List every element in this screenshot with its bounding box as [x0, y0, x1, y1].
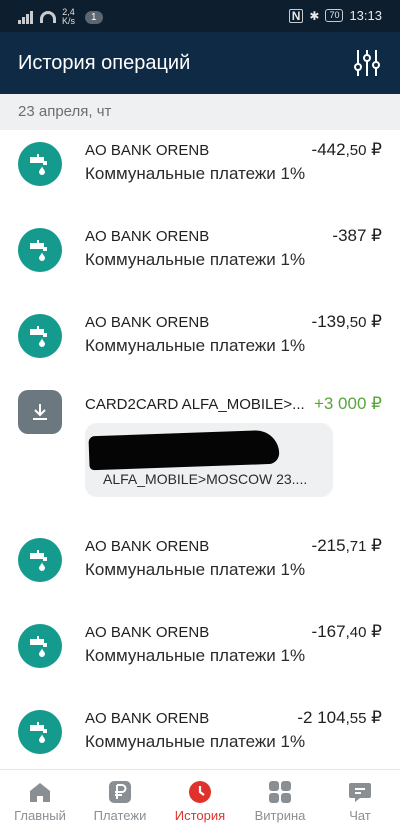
transaction-amount: -167,40 ₽ — [312, 622, 382, 642]
nav-label-home: Главный — [14, 808, 66, 823]
nav-item-home[interactable]: Главный — [0, 770, 80, 831]
download-icon — [18, 390, 62, 434]
transaction-category: Коммунальные платежи 1% — [85, 250, 306, 269]
transaction-item[interactable]: CARD2CARD ALFA_MOBILE>... +3 000 ₽ ALFA_… — [0, 388, 400, 526]
water-tap-icon — [18, 314, 62, 358]
transaction-item[interactable]: AO BANK ORENB Коммунальные платежи 1% -2… — [0, 698, 400, 774]
transaction-amount: +3 000 ₽ — [314, 394, 382, 414]
transaction-name: AO BANK ORENB — [85, 228, 210, 245]
grid-icon — [269, 781, 291, 803]
status-bar: 2,4 K/s 1 N ✱ 70 13:13 — [0, 0, 400, 32]
app-header: История операций — [0, 32, 400, 94]
amount-main: -387 — [332, 226, 367, 245]
nav-label-payments: Платежи — [93, 808, 147, 823]
transaction-item[interactable]: AO BANK ORENB Коммунальные платежи 1% -4… — [0, 130, 400, 216]
wifi-icon — [40, 11, 56, 23]
amount-cents: ,50 — [345, 142, 367, 159]
transaction-name: AO BANK ORENB — [85, 538, 210, 555]
amount-main: -2 104 — [297, 708, 346, 727]
currency-symbol: ₽ — [371, 312, 382, 331]
status-right: N ✱ 70 13:13 — [288, 8, 382, 23]
clock-icon — [189, 781, 211, 803]
sliders-icon — [354, 50, 380, 76]
transaction-name: AO BANK ORENB — [85, 710, 210, 727]
water-tap-icon — [18, 710, 62, 754]
nav-label-history: История — [174, 808, 226, 823]
status-left: 2,4 K/s 1 — [18, 8, 103, 26]
water-tap-icon — [18, 142, 62, 186]
signal-icon — [18, 10, 34, 24]
battery-icon: 70 — [325, 9, 344, 22]
amount-main: -139 — [311, 312, 346, 331]
currency-symbol: ₽ — [371, 140, 382, 159]
nav-item-history[interactable]: История — [160, 770, 240, 831]
home-icon — [30, 783, 50, 802]
transaction-item[interactable]: AO BANK ORENB Коммунальные платежи 1% -3… — [0, 216, 400, 302]
water-tap-icon — [18, 228, 62, 272]
network-speed: 2,4 K/s — [62, 8, 75, 26]
clock-time: 13:13 — [349, 8, 382, 23]
currency-symbol: ₽ — [371, 394, 382, 413]
transaction-category: Коммунальные платежи 1% — [85, 732, 306, 751]
network-speed-unit: K/s — [62, 16, 76, 26]
redaction-mark — [88, 429, 280, 471]
transaction-category: Коммунальные платежи 1% — [85, 646, 306, 665]
transaction-amount: -215,71 ₽ — [312, 536, 382, 556]
amount-cents: ,40 — [345, 624, 367, 641]
amount-main: -442 — [311, 140, 346, 159]
currency-symbol: ₽ — [371, 536, 382, 555]
amount-main: -167 — [311, 622, 346, 641]
amount-cents: ,50 — [345, 314, 367, 331]
transaction-category: Коммунальные платежи 1% — [85, 164, 306, 183]
bottom-navigation: Главный Платежи История Витрина Чат — [0, 769, 400, 831]
currency-symbol: ₽ — [371, 708, 382, 727]
nav-label-chat: Чат — [349, 808, 371, 823]
currency-symbol: ₽ — [371, 622, 382, 641]
notification-count-badge: 1 — [85, 10, 103, 24]
transaction-amount: -2 104,55 ₽ — [297, 708, 382, 728]
page-title: История операций — [18, 52, 191, 74]
transaction-category: Коммунальные платежи 1% — [85, 336, 306, 355]
water-tap-icon — [18, 538, 62, 582]
nfc-icon: N — [288, 8, 304, 23]
transaction-amount: -387 ₽ — [332, 226, 382, 246]
transaction-item[interactable]: AO BANK ORENB Коммунальные платежи 1% -1… — [0, 612, 400, 698]
water-tap-icon — [18, 624, 62, 668]
nav-item-chat[interactable]: Чат — [320, 770, 400, 831]
transaction-name: AO BANK ORENB — [85, 142, 210, 159]
bluetooth-icon: ✱ — [309, 8, 320, 23]
nav-label-showcase: Витрина — [254, 808, 306, 823]
transaction-name: AO BANK ORENB — [85, 624, 210, 641]
amount-main: +3 000 — [313, 394, 367, 413]
transaction-amount: -442,50 ₽ — [312, 140, 382, 160]
transaction-amount: -139,50 ₽ — [312, 312, 382, 332]
nav-item-payments[interactable]: Платежи — [80, 770, 160, 831]
nav-item-showcase[interactable]: Витрина — [240, 770, 320, 831]
currency-symbol: ₽ — [371, 226, 382, 245]
amount-cents: ,55 — [345, 710, 367, 727]
transaction-item[interactable]: AO BANK ORENB Коммунальные платежи 1% -1… — [0, 302, 400, 388]
transaction-item[interactable]: AO BANK ORENB Коммунальные платежи 1% -2… — [0, 526, 400, 612]
filter-button[interactable] — [352, 48, 382, 78]
chat-icon — [349, 783, 371, 802]
amount-cents: ,71 — [345, 538, 367, 555]
transaction-message-text: ALFA_MOBILE>MOSCOW 23.... — [103, 471, 308, 487]
amount-main: -215 — [311, 536, 346, 555]
transaction-name: AO BANK ORENB — [85, 314, 210, 331]
ruble-icon — [109, 781, 131, 803]
date-group-header: 23 апреля, чт — [0, 94, 400, 130]
transaction-category: Коммунальные платежи 1% — [85, 560, 306, 579]
transaction-name: CARD2CARD ALFA_MOBILE>... — [85, 396, 305, 413]
transaction-message: ALFA_MOBILE>MOSCOW 23.... — [85, 423, 333, 497]
